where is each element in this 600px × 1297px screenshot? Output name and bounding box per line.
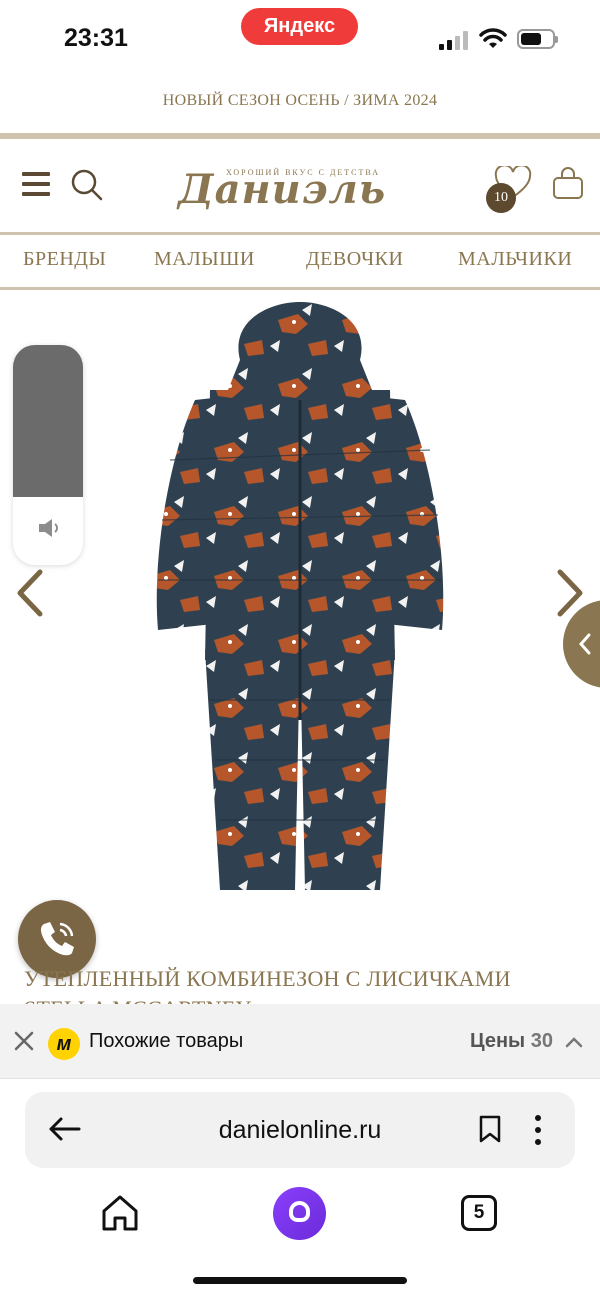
tabs-count-button[interactable]: 5 xyxy=(461,1195,497,1231)
product-title: УТЕПЛЕННЫЙ КОМБИНЕЗОН С ЛИСИЧКАМИ STELLA… xyxy=(24,966,511,1004)
close-icon[interactable] xyxy=(14,1031,34,1051)
home-icon[interactable] xyxy=(100,1194,140,1232)
nav-item-girls[interactable]: ДЕВОЧКИ xyxy=(306,248,403,271)
logo-text: Даниэль xyxy=(178,166,387,213)
battery-icon xyxy=(517,29,558,49)
browser-url-bar[interactable]: danielonline.ru xyxy=(25,1092,575,1168)
divider xyxy=(0,287,600,290)
divider xyxy=(0,232,600,235)
home-indicator xyxy=(193,1277,407,1284)
status-bar: 23:31 Яндекс xyxy=(0,0,600,80)
volume-slider[interactable] xyxy=(13,345,83,565)
wifi-icon xyxy=(479,28,507,48)
volume-level xyxy=(13,345,83,497)
hamburger-menu-icon[interactable] xyxy=(22,172,50,196)
yandex-pill[interactable]: Яндекс xyxy=(241,8,358,45)
cart-bag-icon[interactable] xyxy=(552,166,584,200)
chevron-up-icon[interactable] xyxy=(565,1036,583,1048)
alice-icon xyxy=(289,1201,310,1222)
product-image[interactable] xyxy=(140,300,460,900)
divider xyxy=(0,133,600,139)
prices-label: Цены xyxy=(470,1030,526,1052)
signal-icon xyxy=(439,30,469,50)
bookmark-icon[interactable] xyxy=(478,1114,502,1144)
prices-summary[interactable]: Цены 30 xyxy=(470,1030,553,1053)
nav-item-babies[interactable]: МАЛЫШИ xyxy=(154,248,255,271)
similar-products-bar[interactable]: м Похожие товары Цены 30 xyxy=(0,1004,600,1079)
chevron-left-icon xyxy=(578,633,591,655)
yandex-market-glyph: м xyxy=(56,1033,72,1055)
prev-image-arrow-icon[interactable] xyxy=(14,568,44,618)
nav-item-boys[interactable]: МАЛЬЧИКИ xyxy=(458,248,572,271)
wishlist-count-badge: 10 xyxy=(486,183,516,213)
similar-products-label: Похожие товары xyxy=(89,1030,244,1052)
clock: 23:31 xyxy=(64,24,128,52)
alice-assistant-button[interactable] xyxy=(273,1187,326,1240)
nav-item-brands[interactable]: БРЕНДЫ xyxy=(23,248,106,271)
phone-icon xyxy=(40,922,74,956)
category-nav: БРЕНДЫ МАЛЫШИ ДЕВОЧКИ МАЛЬЧИКИ xyxy=(0,248,600,278)
more-options-icon[interactable] xyxy=(534,1114,542,1146)
logo[interactable]: ХОРОШИЙ ВКУС С ДЕТСТВА Даниэль xyxy=(178,164,418,220)
search-icon[interactable] xyxy=(70,168,104,202)
prices-count: 30 xyxy=(530,1030,553,1052)
speaker-icon xyxy=(39,519,58,537)
promo-banner[interactable]: НОВЫЙ СЕЗОН ОСЕНЬ / ЗИМА 2024 xyxy=(0,92,600,110)
yandex-market-icon: м xyxy=(48,1028,80,1060)
